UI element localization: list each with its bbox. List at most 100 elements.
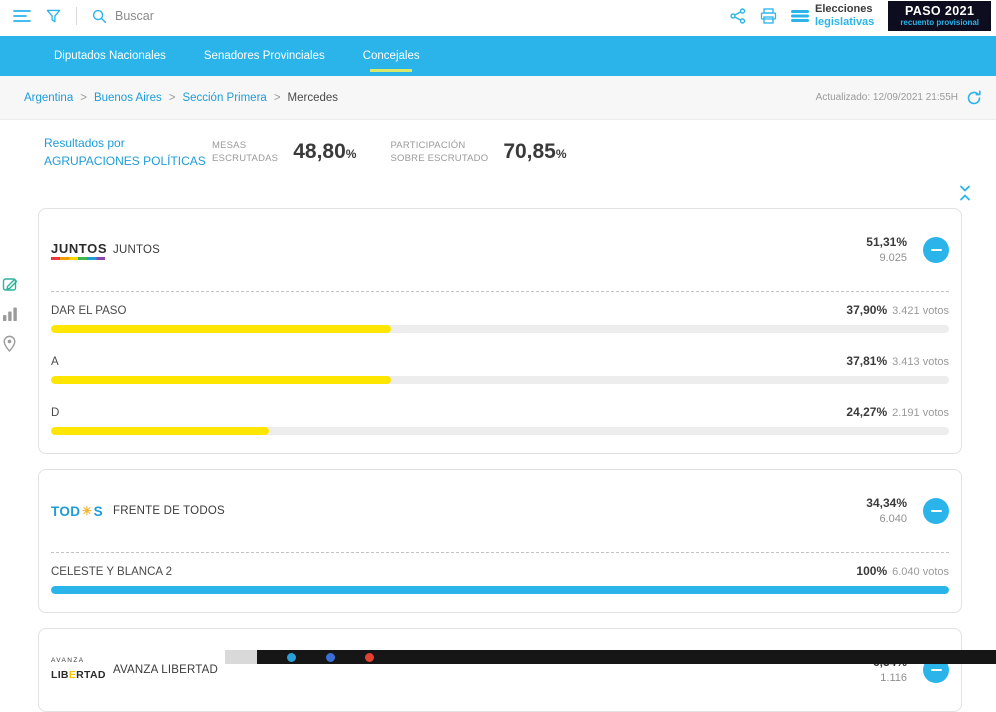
participacion-value: 70,85% [503, 140, 567, 163]
list-percent: 100% [856, 564, 888, 578]
minus-icon [930, 669, 942, 671]
tab-senadores-provinciales[interactable]: Senadores Provinciales [204, 50, 325, 62]
filter-icon[interactable] [46, 9, 61, 24]
vote-bar-fill [51, 586, 949, 594]
party-card-frente-de-todos: TOD ☀ S FRENTE DE TODOS 34,34% 6.040 CELES… [38, 469, 962, 613]
print-icon[interactable] [760, 8, 777, 24]
top-toolbar: Elecciones legislativas PASO 2021 recuen… [0, 0, 996, 32]
breadcrumb-seccion-primera[interactable]: Sección Primera [182, 92, 266, 104]
main-content: Resultados por AGRUPACIONES POLÍTICAS ME… [0, 120, 996, 712]
collapse-party-button[interactable] [923, 237, 949, 263]
list-votes: 6.040 votos [892, 566, 949, 578]
participacion-metric: PARTICIPACIÓN SOBRE ESCRUTADO 70,85% [390, 139, 566, 166]
collapse-all-row [0, 170, 996, 208]
map-pin-icon[interactable] [2, 335, 19, 352]
search-input[interactable] [115, 9, 285, 23]
brand-line1: Elecciones [814, 3, 873, 16]
taskbar-app-icon[interactable] [287, 652, 296, 662]
list-percent: 37,81% [846, 354, 888, 368]
juntos-logo: JUNTOS [51, 241, 109, 260]
breadcrumb-argentina[interactable]: Argentina [24, 92, 73, 104]
list-row: A 37,81% 3.413 votos [51, 343, 949, 394]
edit-icon[interactable] [2, 276, 19, 293]
list-name: D [51, 407, 60, 419]
badge-title: PASO 2021 [904, 3, 975, 18]
search-icon [92, 9, 107, 24]
list-votes: 2.191 votos [892, 407, 949, 419]
breadcrumb-buenos-aires[interactable]: Buenos Aires [94, 92, 162, 104]
breadcrumb-mercedes: Mercedes [287, 91, 339, 104]
party-name: AVANZA LIBERTAD [113, 664, 219, 676]
mesas-label: MESAS ESCRUTADAS [212, 139, 279, 164]
results-by-line1: Resultados por [44, 136, 125, 150]
avanza-libertad-logo: AVANZA LIBERTAD [51, 657, 106, 681]
rainbow-underline [51, 256, 105, 260]
list-row: DAR EL PASO 37,90% 3.421 votos [51, 292, 949, 343]
badge-subtitle: recuento provisional [900, 18, 979, 28]
vote-bar-fill [51, 325, 392, 333]
tab-concejales[interactable]: Concejales [363, 50, 420, 62]
paso-badge: PASO 2021 recuento provisional [888, 0, 991, 32]
brand-line2: legislativas [814, 16, 875, 28]
taskbar-app-icon[interactable] [365, 652, 374, 662]
vote-bar-track [51, 325, 949, 333]
side-rail [2, 276, 19, 352]
results-by-line2: AGRUPACIONES POLÍTICAS [44, 154, 206, 168]
bar-chart-icon[interactable] [2, 306, 19, 322]
list-row: D 24,27% 2.191 votos [51, 394, 949, 453]
party-stats: 51,31% 9.025 [866, 234, 907, 265]
todos-logo: TOD ☀ S [51, 503, 104, 519]
party-votes: 9.025 [879, 251, 907, 264]
list-votes: 3.413 votos [892, 356, 949, 368]
minus-icon [930, 249, 942, 251]
party-percent: 34,34% [866, 496, 907, 511]
vote-bar-track [51, 376, 949, 384]
flag-stripes-icon [790, 9, 809, 23]
tab-diputados-nacionales[interactable]: Diputados Nacionales [54, 50, 166, 62]
search-box [92, 9, 285, 24]
toolbar-divider [76, 7, 77, 25]
party-name: JUNTOS [113, 244, 160, 256]
breadcrumb: Argentina > Buenos Aires > Sección Prime… [24, 91, 339, 104]
mesas-value: 48,80% [293, 140, 357, 163]
updated-info: Actualizado: 12/09/2021 21:55H [815, 89, 982, 106]
list-percent: 24,27% [846, 405, 888, 419]
party-card-juntos: JUNTOS JUNTOS 51,31% 9.025 DAR EL PASO 3… [38, 208, 962, 454]
collapse-party-button[interactable] [923, 498, 949, 524]
list-votes: 3.421 votos [892, 305, 949, 317]
taskbar-segment [225, 650, 257, 664]
party-header: TOD ☀ S FRENTE DE TODOS 34,34% 6.040 [51, 470, 949, 552]
refresh-icon[interactable] [966, 89, 982, 106]
share-icon[interactable] [730, 8, 746, 24]
minus-icon [930, 510, 942, 512]
vote-bar-track [51, 586, 949, 594]
list-name: DAR EL PASO [51, 305, 127, 317]
party-votes: 6.040 [879, 512, 907, 525]
breadcrumb-bar: Argentina > Buenos Aires > Sección Prime… [0, 76, 996, 120]
party-percent: 51,31% [866, 235, 907, 250]
brand: Elecciones legislativas [790, 3, 874, 28]
summary-row: Resultados por AGRUPACIONES POLÍTICAS ME… [44, 134, 996, 170]
list-name: A [51, 356, 59, 368]
category-tabs: Diputados Nacionales Senadores Provincia… [0, 36, 996, 76]
menu-icon[interactable] [13, 9, 31, 23]
list-row: CELESTE Y BLANCA 2 100% 6.040 votos [51, 553, 949, 612]
party-header: JUNTOS JUNTOS 51,31% 9.025 [51, 209, 949, 291]
list-name: CELESTE Y BLANCA 2 [51, 566, 173, 578]
party-header: AVANZA LIBERTAD AVANZA LIBERTAD 6,34% 1.… [51, 629, 949, 711]
taskbar-app-icon[interactable] [326, 652, 335, 662]
brand-text: Elecciones legislativas [815, 3, 874, 28]
results-by-selector[interactable]: Resultados por AGRUPACIONES POLÍTICAS [44, 134, 212, 170]
updated-text: Actualizado: 12/09/2021 21:55H [815, 92, 958, 103]
vote-bar-track [51, 427, 949, 435]
party-stats: 34,34% 6.040 [866, 495, 907, 526]
collapse-all-icon[interactable] [957, 185, 973, 201]
vote-bar-fill [51, 376, 391, 384]
participacion-label: PARTICIPACIÓN SOBRE ESCRUTADO [390, 139, 489, 164]
mesas-escrutadas-metric: MESAS ESCRUTADAS 48,80% [212, 139, 356, 166]
sun-icon: ☀ [81, 504, 93, 518]
vote-bar-fill [51, 427, 269, 435]
taskbar [225, 650, 996, 664]
party-votes: 1.116 [880, 671, 907, 684]
party-card-avanza-libertad: AVANZA LIBERTAD AVANZA LIBERTAD 6,34% 1.… [38, 628, 962, 712]
